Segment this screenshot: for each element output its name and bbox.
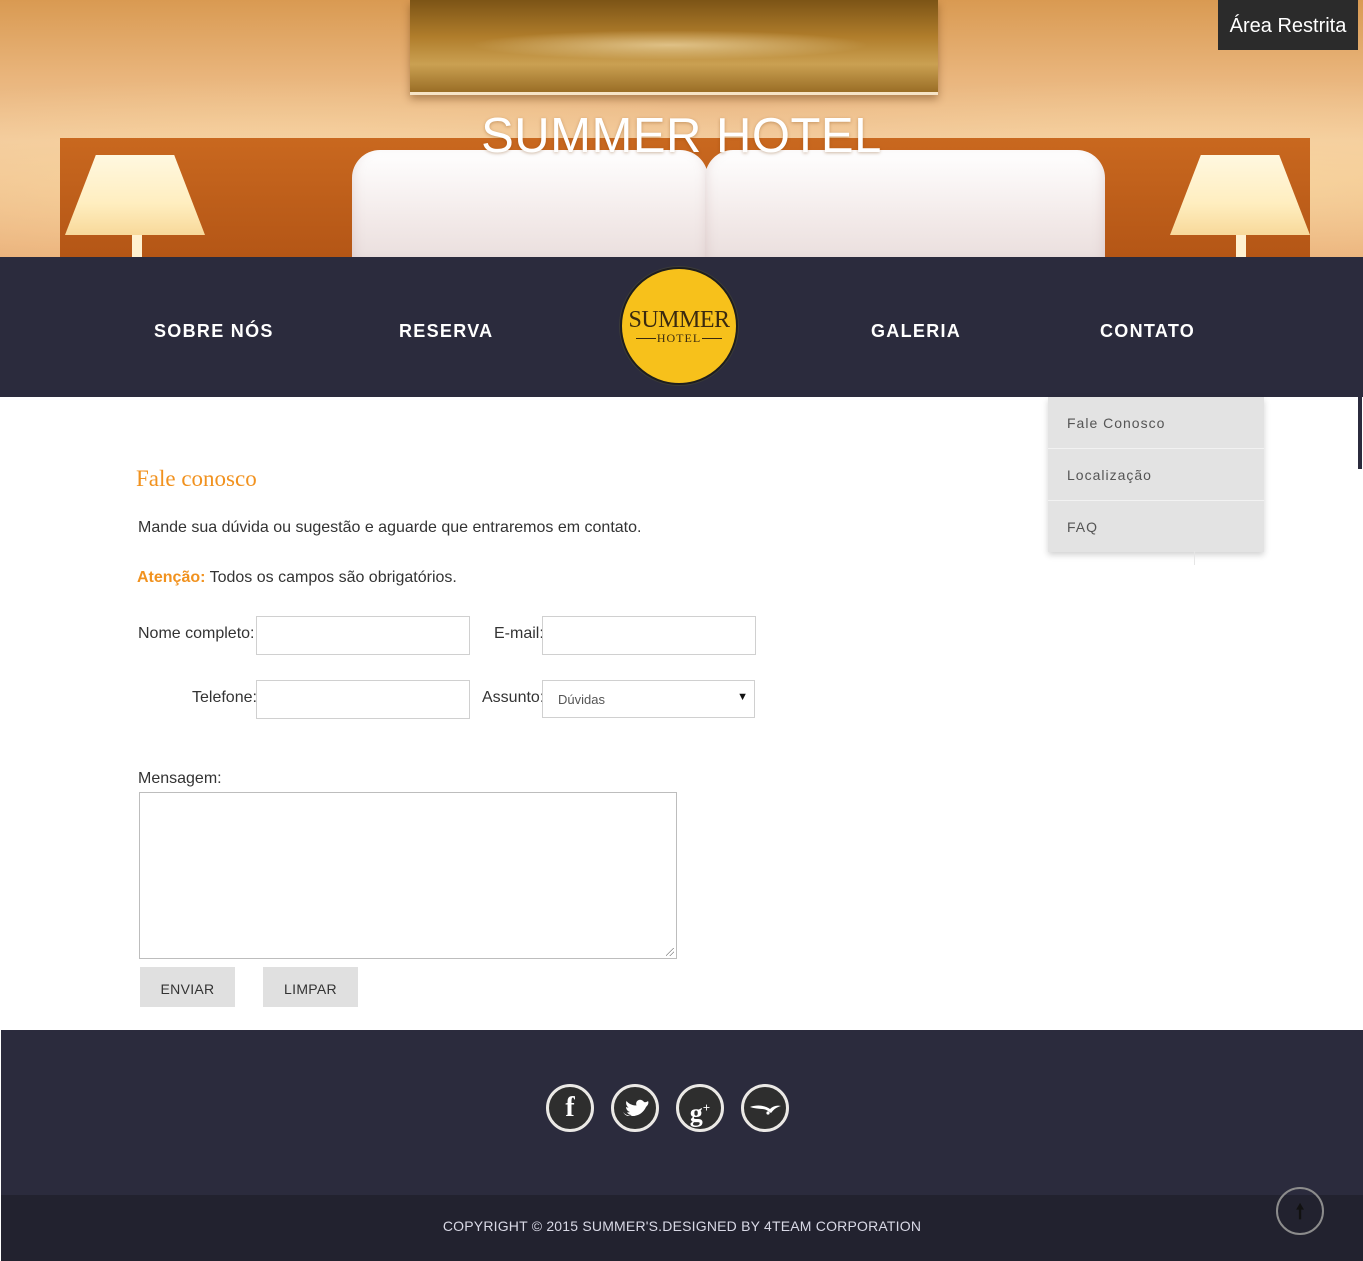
- nav-item-galeria[interactable]: GALERIA: [871, 321, 961, 342]
- page-title: Fale conosco: [136, 466, 257, 491]
- logo-brand: SUMMER: [628, 307, 730, 333]
- hero-pillow-right: [705, 150, 1105, 257]
- dropdown-divider: [1194, 551, 1195, 565]
- name-field[interactable]: [256, 616, 470, 655]
- twitter-bird-shape: [623, 1099, 649, 1117]
- nav-item-sobre-nos[interactable]: SOBRE NÓS: [154, 321, 274, 342]
- send-button[interactable]: ENVIAR: [140, 967, 235, 1007]
- bird-shape: [750, 1105, 781, 1115]
- message-field[interactable]: [139, 792, 677, 959]
- notice-label: Atenção:: [137, 569, 206, 586]
- phone-label: Telefone:: [192, 689, 257, 706]
- hotel-logo[interactable]: SUMMER HOTEL: [620, 267, 738, 385]
- hero-title: SUMMER HOTEL: [481, 109, 882, 163]
- nav-item-reserva[interactable]: RESERVA: [399, 321, 493, 342]
- required-notice: Atenção: Todos os campos são obrigatório…: [137, 569, 457, 587]
- hero-painting: [410, 0, 938, 95]
- copyright-bar: COPYRIGHT © 2015 SUMMER'S.DESIGNED BY 4T…: [1, 1195, 1363, 1261]
- twitter-icon[interactable]: [611, 1084, 659, 1132]
- email-field[interactable]: [542, 616, 756, 655]
- google-plus-icon[interactable]: g+: [676, 1084, 724, 1132]
- hero-lamp-base-right: [1236, 235, 1246, 257]
- notice-text: Todos os campos são obrigatórios.: [205, 569, 457, 586]
- resize-grip-icon[interactable]: [666, 948, 674, 956]
- copyright-text: COPYRIGHT © 2015 SUMMER'S.DESIGNED BY 4T…: [442, 1218, 922, 1234]
- intro-text: Mande sua dúvida ou sugestão e aguarde q…: [138, 519, 642, 536]
- nav-item-contato[interactable]: CONTATO: [1100, 321, 1195, 342]
- subject-select[interactable]: Dúvidas ▼: [542, 680, 755, 718]
- hero-banner: SUMMER HOTEL: [0, 0, 1363, 257]
- clear-button[interactable]: LIMPAR: [263, 967, 358, 1007]
- back-to-top-button[interactable]: 🠕: [1276, 1187, 1324, 1235]
- logo-line-right: [702, 338, 722, 339]
- footer: f g+: [1, 1030, 1363, 1195]
- dropdown-item-fale-conosco[interactable]: Fale Conosco: [1048, 397, 1264, 449]
- arrow-up-icon: 🠕: [1295, 1201, 1305, 1223]
- subject-label: Assunto:: [482, 689, 545, 706]
- name-label: Nome completo:: [138, 625, 255, 642]
- subject-selected: Dúvidas: [558, 692, 605, 707]
- main-nav: SOBRE NÓS RESERVA SUMMER HOTEL GALERIA C…: [0, 257, 1363, 397]
- contato-dropdown: Fale Conosco Localização FAQ: [1048, 397, 1264, 552]
- hero-lamp-base-left: [132, 235, 142, 257]
- bird-icon[interactable]: [741, 1084, 789, 1132]
- facebook-icon[interactable]: f: [546, 1084, 594, 1132]
- hero-pillow-left: [352, 150, 708, 257]
- scrollbar-edge: [1358, 397, 1362, 469]
- dropdown-item-faq[interactable]: FAQ: [1048, 501, 1264, 552]
- chevron-down-icon: ▼: [737, 691, 748, 703]
- email-label: E-mail:: [494, 625, 544, 642]
- phone-field[interactable]: [256, 680, 470, 719]
- dropdown-item-localizacao[interactable]: Localização: [1048, 449, 1264, 501]
- message-label: Mensagem:: [138, 770, 222, 787]
- logo-sub-wrap: HOTEL: [636, 331, 722, 345]
- restricted-area-button[interactable]: Área Restrita: [1218, 0, 1358, 50]
